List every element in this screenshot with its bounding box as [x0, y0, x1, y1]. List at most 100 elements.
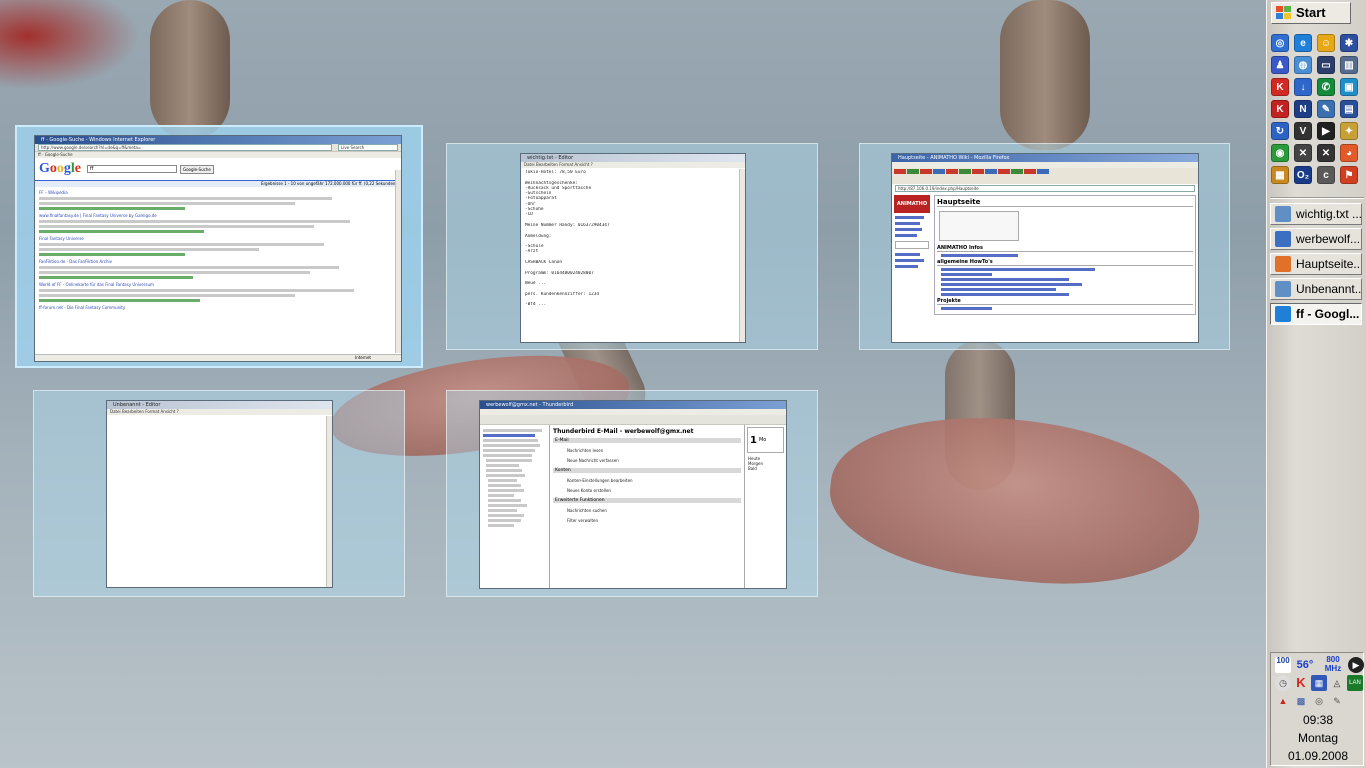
toolbox-icon[interactable]: ✦ [1340, 122, 1358, 140]
notepad-wichtig-thumbnail[interactable]: wichtig.txt - Editor Datei Bearbeiten Fo… [520, 153, 746, 343]
clock-weekday: Montag [1297, 731, 1339, 745]
firefox-titlebar: Hauptseite - ANIMATHO Wiki - Mozilla Fir… [892, 154, 1198, 162]
taskbar-button[interactable]: Unbenannt... [1270, 278, 1362, 300]
media-play-icon[interactable]: ▶ [1348, 657, 1364, 673]
result-6[interactable]: ff-forum.net - Die Final Fantasy Communi… [35, 305, 401, 310]
tb-search-messages[interactable]: Nachrichten suchen [563, 508, 741, 513]
taskbar-button-label: Hauptseite... [1296, 257, 1362, 271]
grid-tray-icon[interactable]: ▦ [1311, 675, 1327, 691]
taskbar-button[interactable]: Hauptseite... [1270, 253, 1362, 275]
cross-tool-icon[interactable]: ✕ [1294, 144, 1312, 162]
window-tile-wichtig-notepad[interactable]: wichtig.txt - Editor Datei Bearbeiten Fo… [446, 143, 818, 350]
device-icon[interactable]: ▣ [1340, 78, 1358, 96]
kaspersky-tray-icon[interactable]: K [1293, 675, 1309, 691]
nero-icon[interactable]: N [1294, 100, 1312, 118]
thunderbird-titlebar: werbewolf@gmx.net - Thunderbird [480, 401, 786, 409]
notepad-wichtig-titlebar: wichtig.txt - Editor [521, 154, 745, 162]
wifi-icon[interactable]: ◬ [1329, 675, 1345, 691]
result-2[interactable]: www.finalfantasy.de | Final Fantasy Univ… [35, 213, 401, 218]
tb-account-settings[interactable]: Konten-Einstellungen bearbeiten [563, 478, 741, 483]
firefox-wiki-thumbnail[interactable]: Hauptseite - ANIMATHO Wiki - Mozilla Fir… [891, 153, 1199, 343]
flag-icon[interactable]: ⚑ [1340, 166, 1358, 184]
grid-app-icon[interactable]: ▦ [1271, 166, 1289, 184]
network-connection-icon[interactable]: ▩ [1293, 693, 1309, 709]
clock-time[interactable]: 09:38 [1271, 713, 1365, 727]
wiki-section-projekte[interactable]: Projekte [937, 298, 1193, 305]
network-icon[interactable]: ✱ [1340, 34, 1358, 52]
thunderbird-thumbnail[interactable]: werbewolf@gmx.net - Thunderbird Thunderb… [479, 400, 787, 589]
taskbar-button[interactable]: werbewolf... [1270, 228, 1362, 250]
tb-manage-filters[interactable]: Filter verwalten [563, 518, 741, 523]
sync-icon[interactable]: ↻ [1271, 122, 1289, 140]
google-query-input[interactable]: ff [87, 165, 177, 173]
vnc-icon[interactable]: V [1294, 122, 1312, 140]
thunderbird-folder-pane[interactable] [480, 425, 550, 588]
people-icon[interactable]: ♟ [1271, 56, 1289, 74]
firefox-address-bar[interactable]: http://87.106.0.19/index.php/Hauptseite [895, 185, 1195, 192]
window-tile-unbenannt-notepad[interactable]: Unbenannt - Editor Datei Bearbeiten Form… [33, 390, 405, 597]
cpu-meter-icon[interactable]: 100 [1275, 657, 1291, 673]
messenger-icon[interactable]: ☺ [1317, 34, 1335, 52]
result-3[interactable]: Final Fantasy Universe [35, 236, 401, 241]
notepad-icon [1275, 206, 1291, 222]
chrome-ball-icon[interactable]: ◕ [1340, 144, 1358, 162]
ie-address-bar[interactable]: http://www.google.de/search?hl=de&q=ff&m… [38, 144, 332, 151]
window-icon[interactable]: ▭ [1317, 56, 1335, 74]
window-tile-thunderbird[interactable]: werbewolf@gmx.net - Thunderbird Thunderb… [446, 390, 818, 597]
save-disk-icon[interactable]: ▤ [1340, 100, 1358, 118]
download-icon[interactable]: ↓ [1294, 78, 1312, 96]
windows-logo-icon [1276, 6, 1292, 20]
notepad-unbenannt-menu[interactable]: Datei Bearbeiten Format Ansicht ? [107, 409, 332, 415]
tools-tray-icon[interactable]: ✎ [1329, 693, 1345, 709]
archive-icon[interactable]: ▥ [1340, 56, 1358, 74]
safely-remove-icon[interactable]: ▲ [1275, 693, 1291, 709]
play-icon[interactable]: ▶ [1317, 122, 1335, 140]
conn-icon[interactable]: c [1317, 166, 1335, 184]
kaspersky-icon[interactable]: K [1271, 78, 1289, 96]
wiki-page-heading: Hauptseite [937, 198, 1193, 207]
eye-icon[interactable]: ◉ [1271, 144, 1289, 162]
thunderbird-account-header: Thunderbird E-Mail - werbewolf@gmx.net [553, 428, 694, 435]
notepad-wichtig-text[interactable]: Tokio-Hotel: 78,50 Euro Weihnachtsgeschen… [521, 168, 745, 310]
kerio-icon[interactable]: K [1271, 100, 1289, 118]
window-tile-firefox-wiki[interactable]: Hauptseite - ANIMATHO Wiki - Mozilla Fir… [859, 143, 1230, 350]
google-search-button[interactable]: Google-Suche [180, 164, 214, 174]
tb-new-account[interactable]: Neues Konto erstellen [563, 488, 741, 493]
result-1[interactable]: FF – Wikipedia [35, 190, 401, 195]
phone-icon[interactable]: ✆ [1317, 78, 1335, 96]
clock-sync-icon[interactable]: ◷ [1275, 675, 1291, 691]
ie-titlebar: ff - Google-Suche - Windows Internet Exp… [35, 136, 401, 144]
taskbar-button[interactable]: wichtig.txt ... [1270, 203, 1362, 225]
wiki-section-infos[interactable]: ANIMATHO Infos [937, 245, 1193, 252]
notepad-unbenannt-text[interactable] [107, 416, 326, 587]
tb-read-messages[interactable]: Nachrichten lesen [563, 448, 741, 453]
ie-live-search[interactable]: Live Search [338, 144, 398, 151]
taskbar-button[interactable]: ff - Googl... [1270, 303, 1362, 325]
lan-icon[interactable]: LAN [1347, 675, 1363, 691]
speaker-icon[interactable]: ◎ [1311, 693, 1327, 709]
result-4[interactable]: FanFiktion.de - Das FanFiktion Archiv [35, 259, 401, 264]
window-tile-ie-google[interactable]: ff - Google-Suche - Windows Internet Exp… [15, 125, 423, 368]
tb-calendar-day: 1 [750, 434, 757, 446]
vertical-taskbar: Start ◎ e ☺ ✱ ♟ ◍ ▭ ▥ K ↓ ✆ ▣ K N ✎ ▤ ↻ V ▶ ✦ ◉ ✕ ✕ ◕ ▦ O₂ c ⚑ wich… [1266, 0, 1366, 768]
control-panel-icon[interactable]: ◎ [1271, 34, 1289, 52]
tb-calendar-pane[interactable]: 1 Mo Heute Morgen Bald [744, 425, 786, 588]
notepad-unbenannt-thumbnail[interactable]: Unbenannt - Editor Datei Bearbeiten Form… [106, 400, 333, 588]
tb-write-message[interactable]: Neue Nachricht verfassen [563, 458, 741, 463]
tools-icon[interactable]: ✎ [1317, 100, 1335, 118]
clock-date: 01.09.2008 [1287, 749, 1349, 763]
internet-explorer-icon[interactable]: e [1294, 34, 1312, 52]
tb-calendar-soon[interactable]: Bald [747, 466, 784, 471]
ie-window-thumbnail[interactable]: ff - Google-Suche - Windows Internet Exp… [34, 135, 402, 362]
wiki-section-howtos[interactable]: allgemeine HowTo's [937, 259, 1193, 266]
result-5[interactable]: World of FF - Onlinekarte für das Final … [35, 282, 401, 287]
start-button[interactable]: Start [1271, 2, 1351, 24]
notepad-icon [1275, 281, 1291, 297]
globe-icon[interactable]: ◍ [1294, 56, 1312, 74]
cross-tool-2-icon[interactable]: ✕ [1317, 144, 1335, 162]
taskbar-button-label: werbewolf... [1296, 232, 1361, 246]
temperature-icon[interactable]: 56° [1293, 657, 1317, 673]
cpu-frequency-icon[interactable]: 800 MHz [1319, 655, 1347, 675]
taskbar-button-label: wichtig.txt ... [1296, 207, 1362, 221]
o2-icon[interactable]: O₂ [1294, 166, 1312, 184]
